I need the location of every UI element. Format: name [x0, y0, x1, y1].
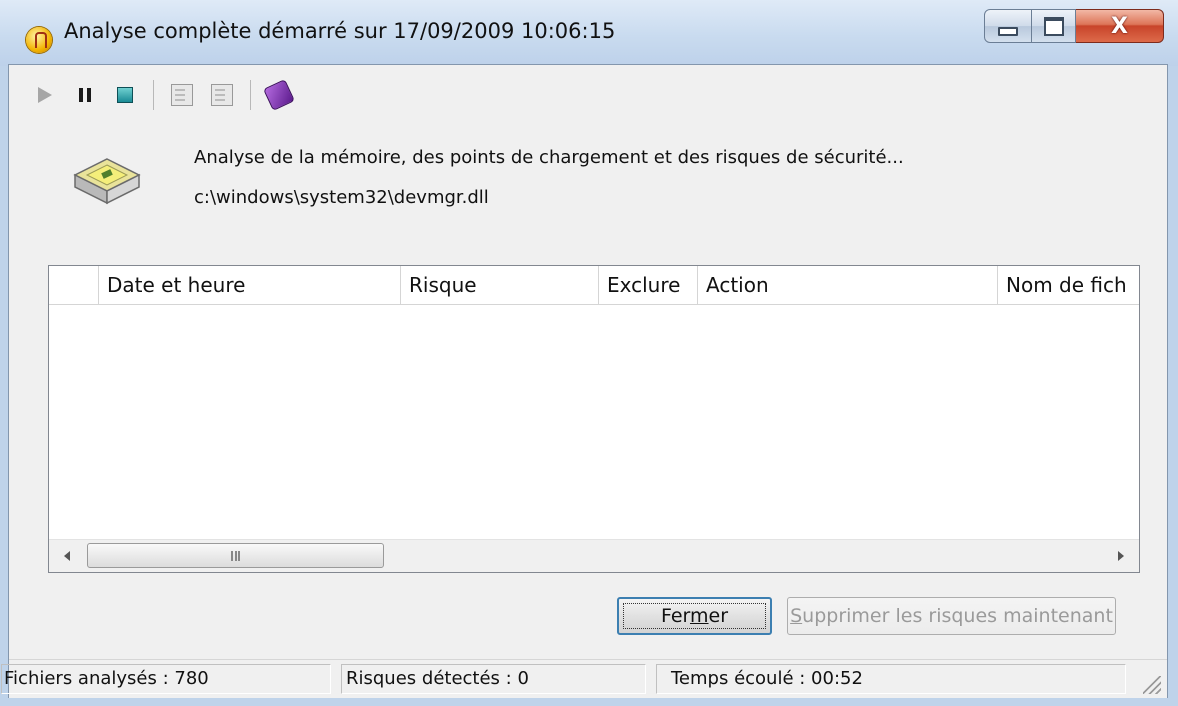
- stop-icon: [117, 87, 133, 103]
- client-area: Analyse de la mémoire, des points de cha…: [1, 64, 1168, 698]
- scan-disk-icon: [73, 158, 141, 205]
- column-header-risk[interactable]: Risque: [401, 266, 599, 304]
- details-icon: [211, 84, 233, 106]
- close-window-button[interactable]: X: [1076, 9, 1164, 43]
- stop-button[interactable]: [105, 78, 145, 112]
- status-bar: Fichiers analysés : 780 Risques détectés…: [1, 659, 1167, 698]
- arrow-right-icon: [1118, 551, 1124, 561]
- minimize-button[interactable]: [984, 9, 1032, 43]
- files-scanned-count: Fichiers analysés : 780: [1, 664, 331, 694]
- remove-risks-label: Supprimer les risques maintenant: [790, 605, 1113, 627]
- scan-status-text: Analyse de la mémoire, des points de cha…: [194, 147, 904, 168]
- current-file-path: c:\windows\system32\devmgr.dll: [194, 187, 489, 208]
- horizontal-scrollbar[interactable]: [49, 539, 1139, 572]
- list-header: Date et heure Risque Exclure Action Nom …: [49, 266, 1139, 305]
- details-button[interactable]: [202, 78, 242, 112]
- app-icon[interactable]: [26, 27, 52, 53]
- close-button[interactable]: Fermer: [617, 597, 772, 635]
- play-icon: [38, 87, 52, 103]
- column-header-date[interactable]: Date et heure: [99, 266, 401, 304]
- help-button[interactable]: [259, 78, 299, 112]
- close-icon: X: [1111, 13, 1128, 39]
- focus-rectangle: [623, 603, 766, 629]
- column-header-action[interactable]: Action: [698, 266, 998, 304]
- maximize-icon: [1043, 16, 1064, 36]
- column-header-filename[interactable]: Nom de fich: [998, 266, 1139, 304]
- minimize-icon: [998, 26, 1018, 36]
- title-bar[interactable]: Analyse complète démarré sur 17/09/2009 …: [0, 0, 1178, 66]
- caption-buttons: X: [984, 9, 1164, 43]
- maximize-button[interactable]: [1032, 9, 1076, 43]
- play-button[interactable]: [25, 78, 65, 112]
- properties-button[interactable]: [162, 78, 202, 112]
- help-book-icon: [263, 79, 295, 111]
- window-title: Analyse complète démarré sur 17/09/2009 …: [64, 19, 616, 43]
- toolbar-separator: [153, 80, 154, 110]
- risks-detected-count: Risques détectés : 0: [341, 664, 646, 694]
- elapsed-time: Temps écoulé : 00:52: [656, 664, 1126, 694]
- resize-grip-icon[interactable]: [1143, 676, 1161, 694]
- scroll-grip-icon: [231, 550, 240, 561]
- remove-risks-button[interactable]: Supprimer les risques maintenant: [787, 597, 1116, 635]
- scroll-thumb[interactable]: [87, 543, 384, 568]
- toolbar: [25, 77, 299, 113]
- column-header-exclude[interactable]: Exclure: [599, 266, 698, 304]
- scroll-right-button[interactable]: [1103, 540, 1139, 572]
- toolbar-separator: [250, 80, 251, 110]
- scroll-left-button[interactable]: [49, 540, 85, 572]
- risk-list[interactable]: Date et heure Risque Exclure Action Nom …: [48, 265, 1140, 573]
- pause-button[interactable]: [65, 78, 105, 112]
- properties-icon: [171, 84, 193, 106]
- pause-icon: [79, 88, 91, 102]
- scan-window: Analyse complète démarré sur 17/09/2009 …: [0, 0, 1178, 706]
- column-header-select[interactable]: [49, 266, 99, 304]
- arrow-left-icon: [64, 551, 70, 561]
